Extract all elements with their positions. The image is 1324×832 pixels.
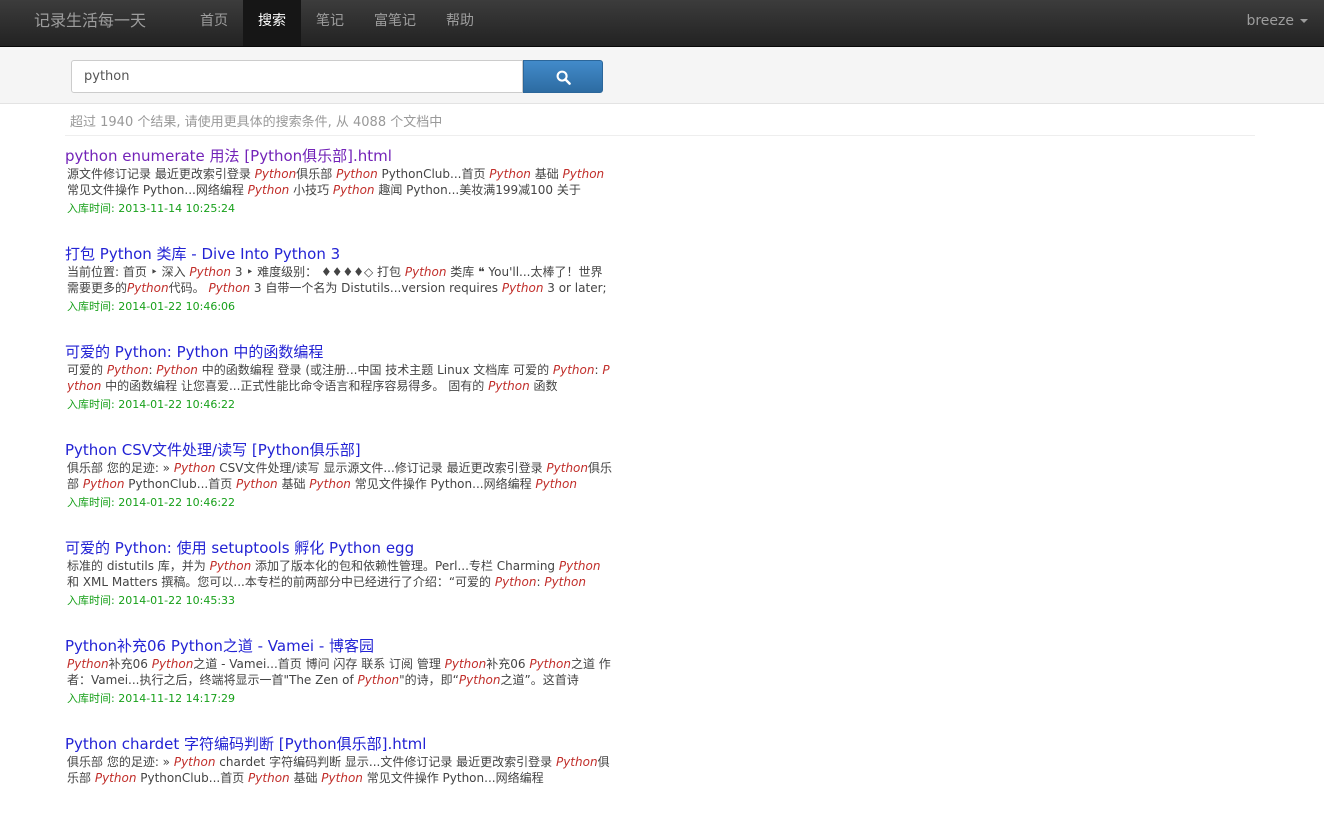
nav-home[interactable]: 首页: [185, 0, 243, 46]
result-date: 入库时间: 2014-01-22 10:46:22: [67, 496, 236, 509]
user-name: breeze: [1246, 13, 1294, 29]
results-list: python enumerate 用法 [Python俱乐部].html 源文件修…: [65, 146, 625, 832]
nav-search[interactable]: 搜索: [243, 0, 301, 46]
result-title-link[interactable]: python enumerate 用法 [Python俱乐部].html: [65, 146, 625, 166]
search-button[interactable]: [523, 60, 603, 93]
result-item: Python chardet 字符编码判断 [Python俱乐部].html 俱乐…: [65, 734, 625, 832]
search-bar: [0, 47, 1324, 104]
result-snippet: 标准的 distutils 库，并为 Python 添加了版本化的包和依赖性管理…: [67, 559, 601, 589]
result-snippet: 俱乐部 您的足迹: » Python CSV文件处理/读写 显示源文件...修订…: [67, 461, 613, 491]
result-date: 入库时间: 2014-01-22 10:45:33: [67, 594, 236, 607]
result-title-link[interactable]: Python chardet 字符编码判断 [Python俱乐部].html: [65, 734, 625, 754]
result-summary: 超过 1940 个结果, 请使用更具体的搜索条件, 从 4088 个文档中: [65, 104, 1255, 136]
result-date: 入库时间: 2014-11-12 14:17:29: [67, 692, 236, 705]
brand-link[interactable]: 记录生活每一天: [34, 10, 146, 32]
nav-notes[interactable]: 笔记: [301, 0, 359, 46]
search-input[interactable]: [71, 60, 523, 93]
result-date: 入库时间: 2013-11-14 10:25:24: [67, 202, 236, 215]
result-item: 打包 Python 类库 - Dive Into Python 3 当前位置: 首…: [65, 244, 625, 342]
result-title-link[interactable]: 可爱的 Python: Python 中的函数编程: [65, 342, 625, 362]
result-item: 可爱的 Python: 使用 setuptools 孵化 Python egg 标…: [65, 538, 625, 636]
caret-down-icon: [1300, 19, 1308, 23]
result-date: 入库时间: 2014-01-22 10:46:06: [67, 300, 236, 313]
result-item: Python补充06 Python之道 - Vamei - 博客园 Python补…: [65, 636, 625, 734]
search-icon: [556, 70, 571, 85]
result-item: Python CSV文件处理/读写 [Python俱乐部] 俱乐部 您的足迹: »…: [65, 440, 625, 538]
result-title-link[interactable]: Python补充06 Python之道 - Vamei - 博客园: [65, 636, 625, 656]
result-item: 可爱的 Python: Python 中的函数编程 可爱的 Python: Pyt…: [65, 342, 625, 440]
navbar: 记录生活每一天 首页 搜索 笔记 富笔记 帮助 breeze: [0, 0, 1324, 47]
result-title-link[interactable]: 打包 Python 类库 - Dive Into Python 3: [65, 244, 625, 264]
result-title-link[interactable]: 可爱的 Python: 使用 setuptools 孵化 Python egg: [65, 538, 625, 558]
result-item: python enumerate 用法 [Python俱乐部].html 源文件修…: [65, 146, 625, 244]
result-snippet: 俱乐部 您的足迹: » Python chardet 字符编码判断 显示...文…: [67, 755, 610, 785]
result-snippet: 可爱的 Python: Python 中的函数编程 登录 (或注册...中国 技…: [67, 363, 610, 393]
result-title-link[interactable]: Python CSV文件处理/读写 [Python俱乐部]: [65, 440, 625, 460]
result-date: 入库时间: 2014-01-22 10:46:22: [67, 398, 236, 411]
result-snippet: 当前位置: 首页 ‣ 深入 Python 3 ‣ 难度级别： ♦♦♦♦◇ 打包 …: [67, 265, 607, 295]
result-snippet: Python补充06 Python之道 - Vamei...首页 博问 闪存 联…: [67, 657, 611, 687]
nav-help[interactable]: 帮助: [431, 0, 489, 46]
result-snippet: 源文件修订记录 最近更改索引登录 Python俱乐部 Python Python…: [67, 167, 605, 197]
user-menu[interactable]: breeze: [1246, 0, 1308, 46]
nav-rich-notes[interactable]: 富笔记: [359, 0, 431, 46]
